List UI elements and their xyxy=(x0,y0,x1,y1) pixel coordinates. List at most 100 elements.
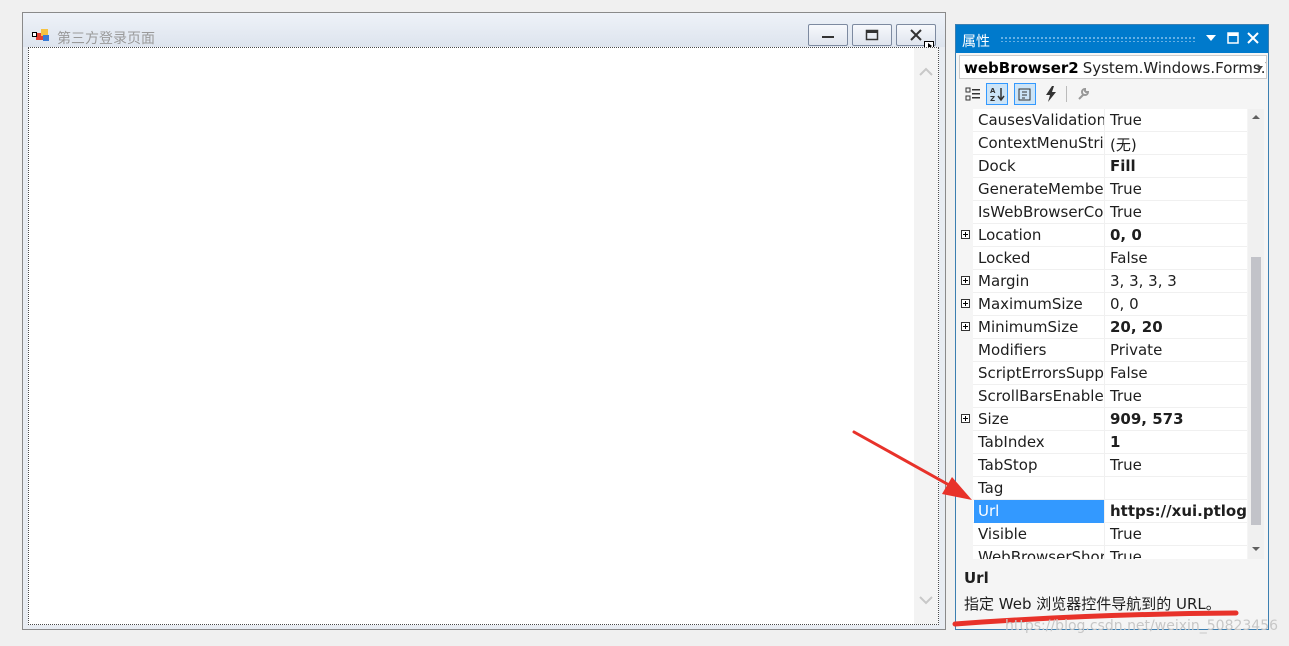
svg-text:Z: Z xyxy=(990,95,995,102)
property-value[interactable]: 20, 20 xyxy=(1106,316,1247,339)
property-name[interactable]: Size xyxy=(974,408,1105,431)
expand-plus-icon[interactable] xyxy=(961,230,970,239)
property-row-url[interactable]: Urlhttps://xui.ptlogin xyxy=(959,500,1247,523)
maximize-panel-button[interactable] xyxy=(1224,29,1242,47)
browser-vertical-scrollbar[interactable] xyxy=(914,48,938,624)
property-name[interactable]: IsWebBrowserContextMenuEnabled xyxy=(974,201,1105,224)
close-icon xyxy=(910,29,922,41)
property-value[interactable]: True xyxy=(1106,201,1247,224)
scroll-up-icon[interactable] xyxy=(1251,113,1261,121)
property-row-size[interactable]: Size 909, 573 xyxy=(959,408,1247,431)
form-titlebar[interactable]: 第三方登录页面 xyxy=(23,13,945,47)
properties-titlebar[interactable]: 属性 xyxy=(956,25,1268,53)
property-row-generatemember[interactable]: GenerateMember True xyxy=(959,178,1247,201)
property-value[interactable]: (无) xyxy=(1106,132,1247,155)
property-row-scrollbarsenabled[interactable]: ScrollBarsEnabled True xyxy=(959,385,1247,408)
object-selector[interactable]: webBrowser2 System.Windows.Forms.\ xyxy=(959,55,1267,79)
row-gutter xyxy=(959,270,973,293)
property-row-webbrowsershortcutsenabled[interactable]: WebBrowserShortcutsEnabledTrue xyxy=(959,546,1247,559)
property-value[interactable]: False xyxy=(1106,247,1247,270)
property-value[interactable]: True xyxy=(1106,546,1247,559)
web-browser-control[interactable] xyxy=(28,47,939,625)
property-name[interactable]: Locked xyxy=(974,247,1105,270)
close-panel-button[interactable] xyxy=(1244,29,1262,47)
title-grip xyxy=(1000,36,1196,42)
property-grid[interactable]: CausesValidation True ContextMenuStrip (无) D… xyxy=(959,109,1247,559)
expand-plus-icon[interactable] xyxy=(961,276,970,285)
property-name[interactable]: ContextMenuStrip xyxy=(974,132,1105,155)
properties-panel[interactable]: 属性 webBrowser2System.Windows.Forms.\ AZ xyxy=(955,24,1269,630)
property-name[interactable]: Url xyxy=(974,500,1105,523)
selection-handle[interactable] xyxy=(32,32,37,37)
scroll-thumb[interactable] xyxy=(1251,257,1261,525)
property-row-iswebbrowsercontextmenuenabled[interactable]: IsWebBrowserContextMenuEnabledTrue xyxy=(959,201,1247,224)
property-name[interactable]: CausesValidation xyxy=(974,109,1105,132)
minimize-button[interactable] xyxy=(808,24,848,46)
property-row-scripterrorssuppressed[interactable]: ScriptErrorsSuppressedFalse xyxy=(959,362,1247,385)
properties-view-button[interactable] xyxy=(1014,83,1036,105)
property-row-causesvalidation[interactable]: CausesValidation True xyxy=(959,109,1247,132)
property-pages-button[interactable] xyxy=(1072,83,1094,105)
property-row-minimumsize[interactable]: MinimumSize 20, 20 xyxy=(959,316,1247,339)
property-name[interactable]: GenerateMember xyxy=(974,178,1105,201)
property-row-maximumsize[interactable]: MaximumSize 0, 0 xyxy=(959,293,1247,316)
property-value[interactable] xyxy=(1106,477,1247,500)
property-value[interactable]: True xyxy=(1106,109,1247,132)
scroll-down-icon[interactable] xyxy=(918,592,934,608)
property-value[interactable]: 0, 0 xyxy=(1106,224,1247,247)
chevron-down-icon xyxy=(1257,66,1263,70)
window-position-dropdown[interactable] xyxy=(1202,29,1220,47)
property-name[interactable]: WebBrowserShortcutsEnabled xyxy=(974,546,1105,559)
events-button[interactable] xyxy=(1040,83,1062,105)
property-name[interactable]: TabIndex xyxy=(974,431,1105,454)
scroll-up-icon[interactable] xyxy=(918,64,934,80)
property-value[interactable]: True xyxy=(1106,454,1247,477)
property-name[interactable]: Dock xyxy=(974,155,1105,178)
expand-plus-icon[interactable] xyxy=(961,322,970,331)
property-value[interactable]: 3, 3, 3, 3 xyxy=(1106,270,1247,293)
property-value[interactable]: 1 xyxy=(1106,431,1247,454)
property-row-modifiers[interactable]: Modifiers Private xyxy=(959,339,1247,362)
property-value[interactable]: True xyxy=(1106,523,1247,546)
property-name[interactable]: Modifiers xyxy=(974,339,1105,362)
property-name[interactable]: Location xyxy=(974,224,1105,247)
property-name[interactable]: MaximumSize xyxy=(974,293,1105,316)
property-value[interactable]: https://xui.ptlogin xyxy=(1106,500,1247,523)
property-row-location[interactable]: Location 0, 0 xyxy=(959,224,1247,247)
row-gutter xyxy=(959,155,973,178)
property-value[interactable]: True xyxy=(1106,385,1247,408)
categorized-button[interactable] xyxy=(962,83,984,105)
property-name[interactable]: ScriptErrorsSuppressed xyxy=(974,362,1105,385)
property-value[interactable]: Fill xyxy=(1106,155,1247,178)
property-row-tabindex[interactable]: TabIndex 1 xyxy=(959,431,1247,454)
property-row-locked[interactable]: Locked False xyxy=(959,247,1247,270)
property-row-contextmenustrip[interactable]: ContextMenuStrip (无) xyxy=(959,132,1247,155)
property-row-tabstop[interactable]: TabStop True xyxy=(959,454,1247,477)
property-value[interactable]: Private xyxy=(1106,339,1247,362)
expand-plus-icon[interactable] xyxy=(961,414,970,423)
property-name[interactable]: MinimumSize xyxy=(974,316,1105,339)
property-name[interactable]: ScrollBarsEnabled xyxy=(974,385,1105,408)
property-row-margin[interactable]: Margin 3, 3, 3, 3 xyxy=(959,270,1247,293)
description-text: 指定 Web 浏览器控件导航到的 URL。 xyxy=(964,595,1221,613)
property-grid-scrollbar[interactable] xyxy=(1248,109,1264,559)
property-row-visible[interactable]: Visible True xyxy=(959,523,1247,546)
property-name[interactable]: TabStop xyxy=(974,454,1105,477)
row-gutter xyxy=(959,477,973,500)
property-value[interactable]: 909, 573 xyxy=(1106,408,1247,431)
property-value[interactable]: False xyxy=(1106,362,1247,385)
alphabetical-button[interactable]: AZ xyxy=(986,83,1008,105)
maximize-button[interactable] xyxy=(852,24,892,46)
property-name[interactable]: Visible xyxy=(974,523,1105,546)
designer-form-window[interactable]: 第三方登录页面 xyxy=(22,12,946,630)
property-row-tag[interactable]: Tag xyxy=(959,477,1247,500)
scroll-down-icon[interactable] xyxy=(1251,545,1261,553)
watermark: https://blog.csdn.net/weixin_50823456 xyxy=(1005,618,1279,634)
property-row-dock[interactable]: Dock Fill xyxy=(959,155,1247,178)
property-value[interactable]: 0, 0 xyxy=(1106,293,1247,316)
close-icon xyxy=(1247,32,1259,44)
property-name[interactable]: Margin xyxy=(974,270,1105,293)
property-value[interactable]: True xyxy=(1106,178,1247,201)
property-name[interactable]: Tag xyxy=(974,477,1105,500)
expand-plus-icon[interactable] xyxy=(961,299,970,308)
